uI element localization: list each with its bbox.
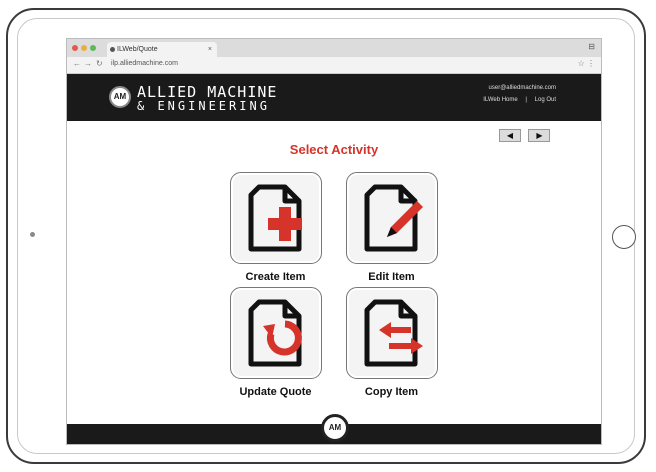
previous-button[interactable]: ◀ xyxy=(499,129,521,142)
copy-item-icon xyxy=(364,299,423,367)
close-window-dot[interactable] xyxy=(72,45,78,51)
browser-tabstrip: ILWeb/Quote × ⊟ xyxy=(67,39,601,57)
create-item-label: Create Item xyxy=(245,271,306,283)
browser-tab[interactable]: ILWeb/Quote × xyxy=(107,42,217,57)
browser-menu-icon[interactable]: ☆ ⋮ xyxy=(578,59,595,68)
tablet-screen: ILWeb/Quote × ⊟ ← → ↻ ilp.alliedmachine.… xyxy=(66,38,602,445)
link-separator: | xyxy=(525,97,527,103)
edit-item-button[interactable] xyxy=(345,172,438,264)
browser-forward-icon[interactable]: → xyxy=(84,59,92,68)
copy-item-button[interactable] xyxy=(345,287,438,379)
page-nav-arrows: ◀ ▶ xyxy=(499,125,553,143)
create-item-button[interactable] xyxy=(229,172,322,264)
favicon-icon xyxy=(110,47,115,52)
copy-item-tile[interactable]: Copy Item xyxy=(344,287,439,398)
edit-item-icon xyxy=(364,184,423,252)
home-link[interactable]: ILWeb Home xyxy=(483,97,517,103)
browser-back-icon[interactable]: ← xyxy=(73,59,81,68)
logout-link[interactable]: Log Out xyxy=(535,97,556,103)
user-links: ILWeb Home | Log Out xyxy=(483,97,556,103)
tab-title: ILWeb/Quote xyxy=(117,46,158,53)
reload-icon[interactable]: ↻ xyxy=(96,59,103,68)
user-email: user@alliedmachine.com xyxy=(488,85,556,91)
edit-item-label: Edit Item xyxy=(368,271,415,283)
update-quote-label: Update Quote xyxy=(239,386,312,398)
page-title: Select Activity xyxy=(289,142,379,157)
url-field[interactable]: ilp.alliedmachine.com xyxy=(111,60,178,67)
logo-icon: AM xyxy=(109,86,131,108)
brand-subname: & ENGINEERING xyxy=(137,99,270,113)
minimize-window-dot[interactable] xyxy=(81,45,87,51)
edit-item-tile[interactable]: Edit Item xyxy=(344,172,439,283)
footer-logo-icon: AM xyxy=(321,414,349,442)
home-button[interactable] xyxy=(612,225,636,249)
create-item-icon xyxy=(248,184,302,252)
app-header: AM ALLIED MACHINE & ENGINEERING user@all… xyxy=(67,74,601,121)
update-quote-icon xyxy=(248,299,302,367)
tab-close-icon[interactable]: × xyxy=(208,42,212,57)
update-quote-button[interactable] xyxy=(229,287,322,379)
next-button[interactable]: ▶ xyxy=(528,129,551,142)
address-bar: ← → ↻ ilp.alliedmachine.com ☆ ⋮ xyxy=(67,57,601,74)
create-item-tile[interactable]: Create Item xyxy=(228,172,323,283)
window-control-icon[interactable]: ⊟ xyxy=(588,42,595,51)
app-footer: AM xyxy=(67,414,601,444)
copy-item-label: Copy Item xyxy=(364,386,419,398)
update-quote-tile[interactable]: Update Quote xyxy=(228,287,323,398)
camera-dot xyxy=(30,232,35,237)
maximize-window-dot[interactable] xyxy=(90,45,96,51)
